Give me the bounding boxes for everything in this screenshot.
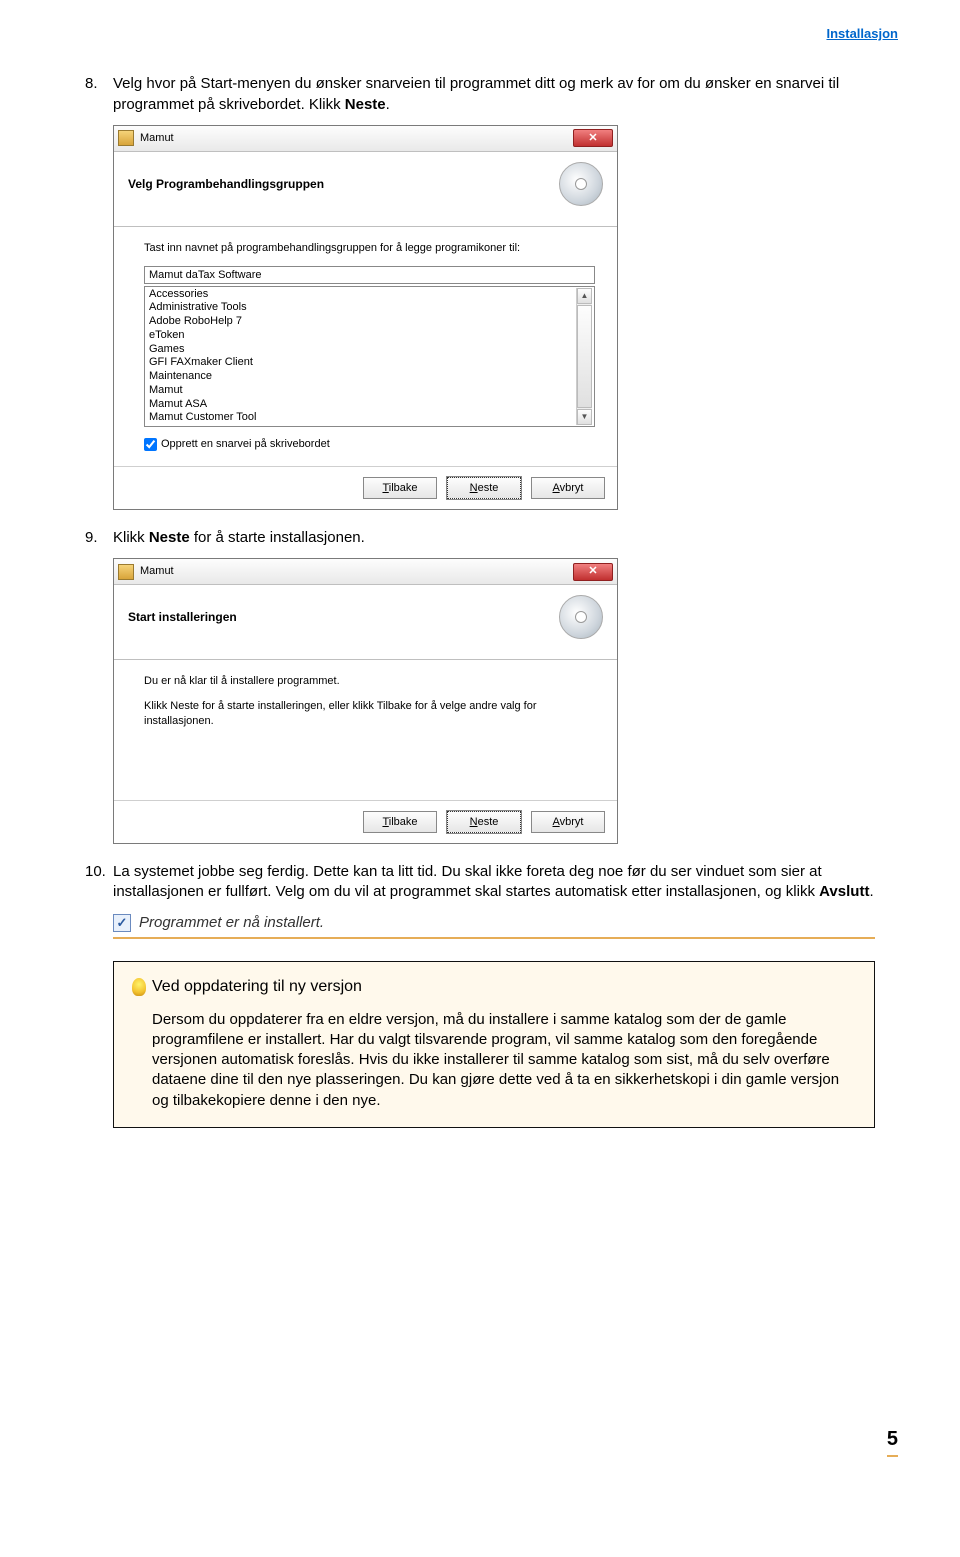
dialog-footer: Tilbake Neste Avbryt [114, 800, 617, 843]
close-icon[interactable]: ✕ [573, 563, 613, 581]
note-title-row: Ved oppdatering til ny versjon [132, 976, 856, 998]
list-item[interactable]: Mamut Customer Tool [149, 411, 574, 425]
install-complete-text: Programmet er nå installert. [139, 913, 324, 933]
step-number: 9. [85, 528, 113, 548]
dialog-titlebar: Mamut ✕ [114, 126, 617, 152]
scrollbar[interactable]: ▲ ▼ [576, 288, 592, 426]
install-complete-row: ✓ Programmet er nå installert. [113, 913, 875, 933]
note-upgrade-version: Ved oppdatering til ny versjon Dersom du… [113, 961, 875, 1128]
checkbox-label: Opprett en snarvei på skrivebordet [161, 437, 330, 452]
list-item[interactable]: Maintenance [149, 370, 574, 384]
program-group-input[interactable] [144, 266, 595, 284]
step-9: 9. Klikk Neste for å starte installasjon… [85, 528, 875, 548]
dialog-body: Du er nå klar til å installere programme… [114, 660, 617, 800]
dialog-title: Mamut [140, 564, 573, 579]
page-number: 5 [887, 1426, 898, 1457]
app-icon [118, 564, 134, 580]
checkmark-icon: ✓ [113, 914, 131, 932]
list-item[interactable]: Administrative Tools [149, 301, 574, 315]
scroll-up-icon[interactable]: ▲ [577, 288, 592, 304]
cd-icon [559, 162, 603, 206]
step-10: 10. La systemet jobbe seg ferdig. Dette … [85, 862, 875, 903]
dialog-line: Klikk Neste for å starte installeringen,… [144, 699, 595, 729]
step-text: Klikk Neste for å starte installasjonen. [113, 528, 875, 548]
desktop-shortcut-checkbox[interactable]: Opprett en snarvei på skrivebordet [144, 437, 595, 452]
list-item[interactable]: Games [149, 343, 574, 357]
header-link-area: Installasjon [0, 0, 960, 74]
dialog-header: Start installeringen [114, 585, 617, 660]
list-items: Accessories Administrative Tools Adobe R… [147, 288, 576, 426]
step-number: 10. [85, 862, 113, 903]
dialog-start-install: Mamut ✕ Start installeringen Du er nå kl… [113, 558, 618, 844]
lightbulb-icon [132, 978, 146, 996]
list-item[interactable]: eToken [149, 329, 574, 343]
note-body: Dersom du oppdaterer fra en eldre versjo… [132, 1010, 856, 1111]
step-8: 8. Velg hvor på Start-menyen du ønsker s… [85, 74, 875, 115]
checkbox-input[interactable] [144, 438, 157, 451]
scroll-thumb[interactable] [577, 305, 592, 409]
list-item[interactable]: Accessories [149, 288, 574, 302]
step-text: La systemet jobbe seg ferdig. Dette kan … [113, 862, 875, 903]
installasjon-link[interactable]: Installasjon [826, 26, 898, 41]
cd-icon [559, 595, 603, 639]
dialog-footer: Tilbake Neste Avbryt [114, 466, 617, 509]
cancel-button[interactable]: Avbryt [531, 477, 605, 499]
next-button[interactable]: Neste [447, 477, 521, 499]
list-item[interactable]: Mamut [149, 384, 574, 398]
dialog-header: Velg Programbehandlingsgruppen [114, 152, 617, 227]
cancel-button[interactable]: Avbryt [531, 811, 605, 833]
step-text: Velg hvor på Start-menyen du ønsker snar… [113, 74, 875, 115]
back-button[interactable]: Tilbake [363, 477, 437, 499]
scroll-down-icon[interactable]: ▼ [577, 409, 592, 425]
step-number: 8. [85, 74, 113, 115]
dialog-instruction: Tast inn navnet på programbehandlingsgru… [144, 241, 595, 256]
program-group-list[interactable]: Accessories Administrative Tools Adobe R… [144, 286, 595, 428]
list-item[interactable]: Mamut ASA [149, 398, 574, 412]
dialog-heading: Start installeringen [128, 609, 559, 625]
list-item[interactable]: Adobe RoboHelp 7 [149, 315, 574, 329]
close-icon[interactable]: ✕ [573, 129, 613, 147]
back-button[interactable]: Tilbake [363, 811, 437, 833]
dialog-title: Mamut [140, 131, 573, 146]
dialog-line: Du er nå klar til å installere programme… [144, 674, 595, 689]
app-icon [118, 130, 134, 146]
dialog-body: Tast inn navnet på programbehandlingsgru… [114, 227, 617, 466]
dialog-titlebar: Mamut ✕ [114, 559, 617, 585]
dialog-heading: Velg Programbehandlingsgruppen [128, 176, 559, 192]
note-title-text: Ved oppdatering til ny versjon [152, 976, 362, 998]
dialog-program-group: Mamut ✕ Velg Programbehandlingsgruppen T… [113, 125, 618, 510]
divider [113, 937, 875, 939]
list-item[interactable]: GFI FAXmaker Client [149, 356, 574, 370]
next-button[interactable]: Neste [447, 811, 521, 833]
